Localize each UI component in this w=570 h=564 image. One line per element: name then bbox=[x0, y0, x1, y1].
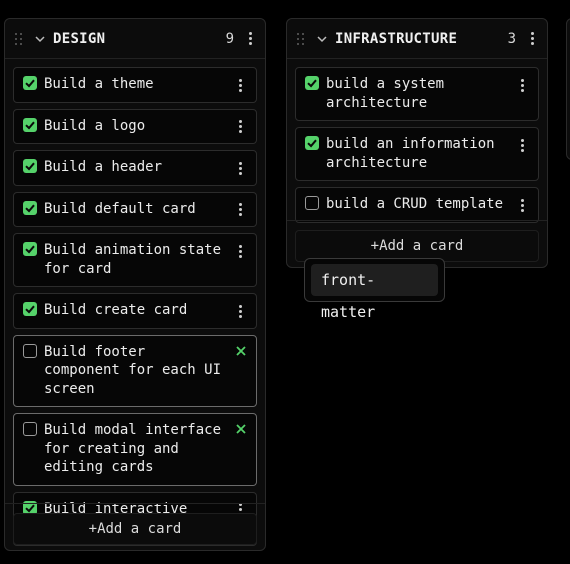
card-list: Build a theme Build a logo Build a heade… bbox=[5, 59, 265, 546]
add-card-footer: +Add a card bbox=[5, 503, 265, 554]
card-menu-icon[interactable] bbox=[234, 78, 246, 92]
card[interactable]: Build create card bbox=[13, 293, 257, 329]
close-icon[interactable] bbox=[235, 345, 247, 357]
card-label: build a system architecture bbox=[326, 76, 445, 111]
card-label: Build animation state for card bbox=[44, 242, 222, 277]
checkbox-checked[interactable] bbox=[23, 76, 37, 90]
card[interactable]: build an information architecture bbox=[295, 127, 539, 181]
card-label: Build footer component for each UI scree… bbox=[44, 343, 222, 397]
checkbox-checked[interactable] bbox=[305, 136, 319, 150]
card-menu-icon[interactable] bbox=[516, 138, 528, 152]
add-card-button[interactable]: +Add a card bbox=[13, 513, 257, 545]
column-count: 9 bbox=[225, 30, 234, 47]
drag-handle-icon[interactable] bbox=[15, 32, 23, 45]
checkbox-checked[interactable] bbox=[23, 159, 37, 173]
column-menu-icon[interactable] bbox=[526, 32, 538, 46]
card[interactable]: Build a logo bbox=[13, 108, 257, 144]
close-icon[interactable] bbox=[235, 423, 247, 435]
card-label: build an information architecture bbox=[326, 136, 495, 171]
card-label: Build a theme bbox=[44, 76, 154, 92]
column-title: INFRASTRUCTURE bbox=[335, 30, 458, 47]
card-label: Build default card bbox=[44, 200, 196, 217]
card-menu-icon[interactable] bbox=[234, 244, 246, 258]
kanban-board: DESIGN 9 Build a theme Build a logo Buil… bbox=[0, 0, 570, 564]
card-label: Build modal interface for creating and e… bbox=[44, 422, 222, 475]
checkbox-checked[interactable] bbox=[305, 76, 319, 90]
card-list: build a system architecture build an inf… bbox=[287, 59, 547, 223]
card-label: build a CRUD template bbox=[326, 196, 504, 212]
card-menu-icon[interactable] bbox=[234, 203, 246, 217]
column-title: DESIGN bbox=[53, 30, 106, 47]
card-menu-icon[interactable] bbox=[234, 161, 246, 175]
card[interactable]: build a CRUD template bbox=[295, 187, 539, 223]
checkbox-unchecked[interactable] bbox=[305, 196, 319, 210]
card-menu-icon[interactable] bbox=[234, 304, 246, 318]
card[interactable]: Build default card bbox=[13, 191, 257, 227]
card[interactable]: Build modal interface for creating and e… bbox=[13, 413, 257, 486]
drag-tooltip: front-matter bbox=[304, 258, 445, 321]
checkbox-checked[interactable] bbox=[23, 200, 37, 215]
card[interactable]: Build a theme bbox=[13, 67, 257, 103]
column-header: INFRASTRUCTURE 3 bbox=[287, 19, 547, 59]
chevron-down-icon[interactable] bbox=[315, 32, 329, 46]
checkbox-checked[interactable] bbox=[23, 242, 37, 256]
card[interactable]: Build a header bbox=[13, 150, 257, 186]
card-label: Build create card bbox=[44, 302, 188, 318]
drag-handle-icon[interactable] bbox=[297, 32, 305, 45]
column-menu-icon[interactable] bbox=[244, 32, 256, 46]
checkbox-checked[interactable] bbox=[23, 117, 37, 132]
card-menu-icon[interactable] bbox=[516, 198, 528, 212]
next-column-edge bbox=[566, 18, 570, 160]
column-count: 3 bbox=[507, 30, 516, 47]
card[interactable]: build a system architecture bbox=[295, 67, 539, 121]
column-header: DESIGN 9 bbox=[5, 19, 265, 59]
card-menu-icon[interactable] bbox=[234, 120, 246, 134]
card[interactable]: Build animation state for card bbox=[13, 233, 257, 287]
column-infrastructure: INFRASTRUCTURE 3 build a system architec… bbox=[286, 18, 548, 268]
card-label: Build a logo bbox=[44, 117, 146, 134]
checkbox-unchecked[interactable] bbox=[23, 422, 37, 436]
card-label: Build a header bbox=[44, 159, 163, 175]
card-menu-icon[interactable] bbox=[516, 78, 528, 92]
tooltip-text: front-matter bbox=[311, 264, 438, 321]
chevron-down-icon[interactable] bbox=[33, 32, 47, 46]
checkbox-unchecked[interactable] bbox=[23, 343, 37, 358]
card[interactable]: Build footer component for each UI scree… bbox=[13, 334, 257, 407]
column-design: DESIGN 9 Build a theme Build a logo Buil… bbox=[4, 18, 266, 551]
checkbox-checked[interactable] bbox=[23, 302, 37, 316]
